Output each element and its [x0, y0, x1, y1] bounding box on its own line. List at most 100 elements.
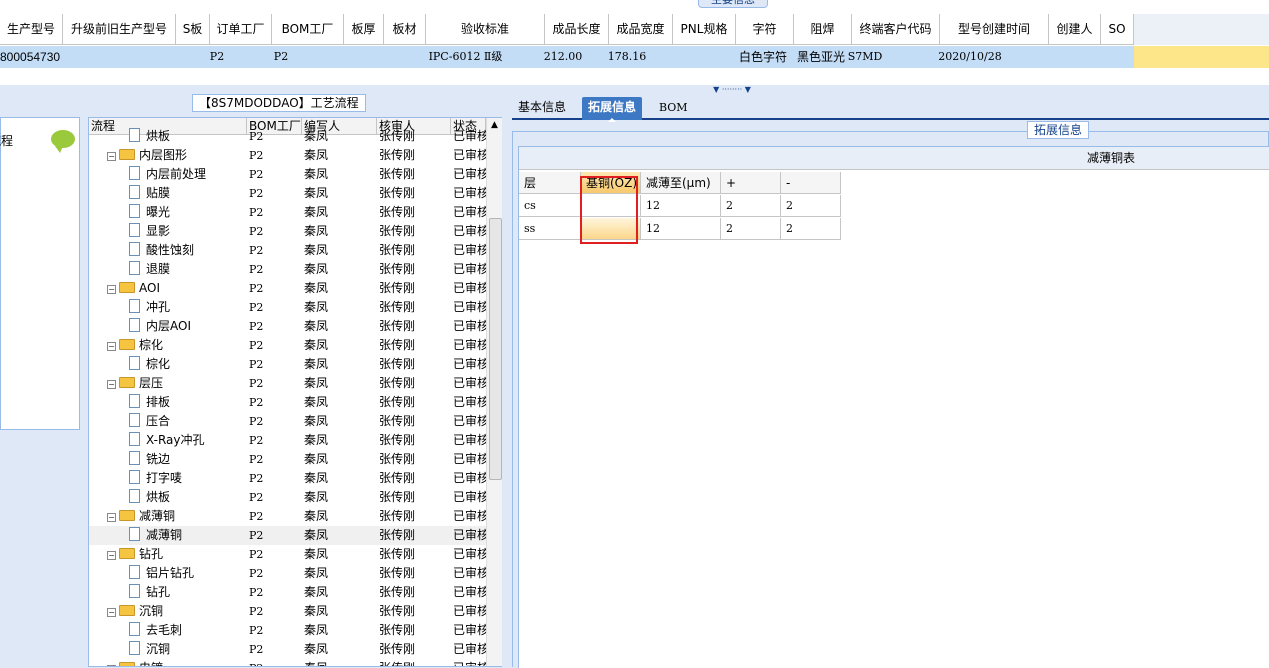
col-header-old-model[interactable]: 升级前旧生产型号: [63, 14, 176, 45]
col-header-pnl[interactable]: PNL规格: [673, 14, 736, 45]
grid-col-plus[interactable]: +: [721, 172, 781, 194]
col-header-length[interactable]: 成品长度: [545, 14, 609, 45]
tree-leaf-row[interactable]: 减薄铜 P2 秦凤 张传刚 已审核: [89, 526, 486, 545]
scroll-thumb[interactable]: [489, 218, 502, 480]
tree-node[interactable]: −电镀: [107, 659, 247, 666]
tree-group-row[interactable]: − 内层图形 P2 秦凤 张传刚 已审核: [89, 146, 486, 165]
tree-group-row[interactable]: − 沉铜 P2 秦凤 张传刚 已审核: [89, 602, 486, 621]
tree-leaf-row[interactable]: 沉铜 P2 秦凤 张传刚 已审核: [89, 640, 486, 659]
col-header-material[interactable]: 板材: [384, 14, 426, 45]
main-info-tab[interactable]: 主要信息: [698, 0, 768, 8]
tree-node[interactable]: 压合: [129, 412, 247, 431]
col-header-customer-code[interactable]: 终端客户代码: [852, 14, 940, 45]
scroll-up-icon[interactable]: ▲: [491, 120, 498, 130]
tree-leaf-row[interactable]: 曝光 P2 秦凤 张传刚 已审核: [89, 203, 486, 222]
col-header-char[interactable]: 字符: [736, 14, 794, 45]
tree-leaf-row[interactable]: 压合 P2 秦凤 张传刚 已审核: [89, 412, 486, 431]
tree-leaf-row[interactable]: 内层前处理 P2 秦凤 张传刚 已审核: [89, 165, 486, 184]
tree-node[interactable]: − 减薄铜: [107, 507, 247, 526]
tree-node[interactable]: − 内层图形: [107, 146, 247, 165]
tree-node[interactable]: X-Ray冲孔: [129, 431, 247, 450]
tree-leaf-row[interactable]: 烘板 P2 秦凤 张传刚 已审核: [89, 488, 486, 507]
tree-leaf-row[interactable]: 棕化 P2 秦凤 张传刚 已审核: [89, 355, 486, 374]
collapse-icon[interactable]: −: [107, 513, 116, 522]
tree-node[interactable]: 贴膜: [129, 184, 247, 203]
col-header-creator[interactable]: 创建人: [1049, 14, 1101, 45]
tab-basic-info[interactable]: 基本信息: [512, 97, 572, 120]
collapse-icon[interactable]: −: [107, 608, 116, 617]
col-header-thickness[interactable]: 板厚: [344, 14, 384, 45]
tree-leaf-row[interactable]: 铣边 P2 秦凤 张传刚 已审核: [89, 450, 486, 469]
tab-bom[interactable]: BOM: [653, 97, 694, 120]
col-header-so[interactable]: SO: [1101, 14, 1134, 45]
tree-group-row[interactable]: − AOI P2 秦凤 张传刚 已审核: [89, 279, 486, 298]
grid-cell-plus[interactable]: 2: [721, 195, 781, 217]
tree-node[interactable]: 排板: [129, 393, 247, 412]
tree-node[interactable]: − 层压: [107, 374, 247, 393]
collapse-icon[interactable]: −: [107, 342, 116, 351]
tree-node[interactable]: 内层AOI: [129, 317, 247, 336]
tree-leaf-row[interactable]: 烘板 P2 秦凤 张传刚 已审核: [89, 127, 486, 146]
tree-leaf-row[interactable]: X-Ray冲孔 P2 秦凤 张传刚 已审核: [89, 431, 486, 450]
grid-cell-layer[interactable]: cs: [519, 195, 581, 217]
grid-col-thin-to[interactable]: 减薄至(μm): [641, 172, 721, 194]
tree-leaf-row[interactable]: 去毛刺 P2 秦凤 张传刚 已审核: [89, 621, 486, 640]
collapse-icon[interactable]: −: [107, 551, 116, 560]
tree-group-row[interactable]: − 钻孔 P2 秦凤 张传刚 已审核: [89, 545, 486, 564]
grid-cell-plus[interactable]: 2: [721, 218, 781, 240]
collapse-icon[interactable]: −: [107, 380, 116, 389]
grid-cell-minus[interactable]: 2: [781, 218, 841, 240]
tree-node[interactable]: 铣边: [129, 450, 247, 469]
tree-node[interactable]: 酸性蚀刻: [129, 241, 247, 260]
grid-col-layer[interactable]: 层: [519, 172, 581, 194]
col-header-model[interactable]: 生产型号: [0, 14, 63, 45]
splitter-grip-icon[interactable]: ▼ ········ ▼: [700, 86, 764, 94]
col-header-order-factory[interactable]: 订单工厂: [210, 14, 272, 45]
tree-group-row[interactable]: − 减薄铜 P2 秦凤 张传刚 已审核: [89, 507, 486, 526]
chat-bubble-icon[interactable]: [51, 130, 75, 153]
col-header-solder-mask[interactable]: 阻焊: [794, 14, 852, 45]
vertical-splitter[interactable]: [502, 95, 512, 667]
tree-node[interactable]: 烘板: [129, 488, 247, 507]
tree-node[interactable]: 退膜: [129, 260, 247, 279]
tree-leaf-row[interactable]: 贴膜 P2 秦凤 张传刚 已审核: [89, 184, 486, 203]
tree-leaf-row[interactable]: 退膜 P2 秦凤 张传刚 已审核: [89, 260, 486, 279]
tree-node[interactable]: 曝光: [129, 203, 247, 222]
horizontal-splitter[interactable]: ▼ ········ ▼: [0, 85, 1269, 95]
tree-node[interactable]: 钻孔: [129, 583, 247, 602]
tree-node[interactable]: 冲孔: [129, 298, 247, 317]
tree-node[interactable]: 内层前处理: [129, 165, 247, 184]
col-header-standard[interactable]: 验收标准: [426, 14, 545, 45]
col-header-s-board[interactable]: S板: [176, 14, 210, 45]
grid-cell-thin-to[interactable]: 12: [641, 195, 721, 217]
col-header-width[interactable]: 成品宽度: [609, 14, 673, 45]
tree-node[interactable]: 棕化: [129, 355, 247, 374]
tree-leaf-row[interactable]: 冲孔 P2 秦凤 张传刚 已审核: [89, 298, 486, 317]
grid-cell-thin-to[interactable]: 12: [641, 218, 721, 240]
tree-node[interactable]: 打字唛: [129, 469, 247, 488]
collapse-icon[interactable]: −: [107, 152, 116, 161]
tree-group-row[interactable]: − 层压 P2 秦凤 张传刚 已审核: [89, 374, 486, 393]
col-header-create-time[interactable]: 型号创建时间: [940, 14, 1049, 45]
tree-group-row[interactable]: −电镀P2 秦凤张传刚已审核: [89, 659, 486, 666]
tree-leaf-row[interactable]: 排板 P2 秦凤 张传刚 已审核: [89, 393, 486, 412]
tree-scrollbar[interactable]: ▲: [486, 118, 502, 666]
collapse-icon[interactable]: −: [107, 285, 116, 294]
grid-col-minus[interactable]: -: [781, 172, 841, 194]
tree-leaf-row[interactable]: 显影 P2 秦凤 张传刚 已审核: [89, 222, 486, 241]
tree-node[interactable]: − AOI: [107, 279, 247, 298]
tree-node[interactable]: 减薄铜: [129, 526, 247, 545]
tree-node[interactable]: − 钻孔: [107, 545, 247, 564]
tree-node[interactable]: 铝片钻孔: [129, 564, 247, 583]
tree-leaf-row[interactable]: 内层AOI P2 秦凤 张传刚 已审核: [89, 317, 486, 336]
tree-node[interactable]: − 沉铜: [107, 602, 247, 621]
tree-node[interactable]: 去毛刺: [129, 621, 247, 640]
tree-group-row[interactable]: − 棕化 P2 秦凤 张传刚 已审核: [89, 336, 486, 355]
tab-ext-info[interactable]: 拓展信息: [582, 97, 643, 122]
left-nav-title[interactable]: 流程: [0, 132, 13, 149]
tree-leaf-row[interactable]: 酸性蚀刻 P2 秦凤 张传刚 已审核: [89, 241, 486, 260]
tree-leaf-row[interactable]: 钻孔 P2 秦凤 张传刚 已审核: [89, 583, 486, 602]
main-grid-row[interactable]: 800054730 P2 P2 IPC-6012 Ⅱ级 212.00 178.1…: [0, 46, 1269, 68]
grid-cell-minus[interactable]: 2: [781, 195, 841, 217]
tree-leaf-row[interactable]: 铝片钻孔 P2 秦凤 张传刚 已审核: [89, 564, 486, 583]
